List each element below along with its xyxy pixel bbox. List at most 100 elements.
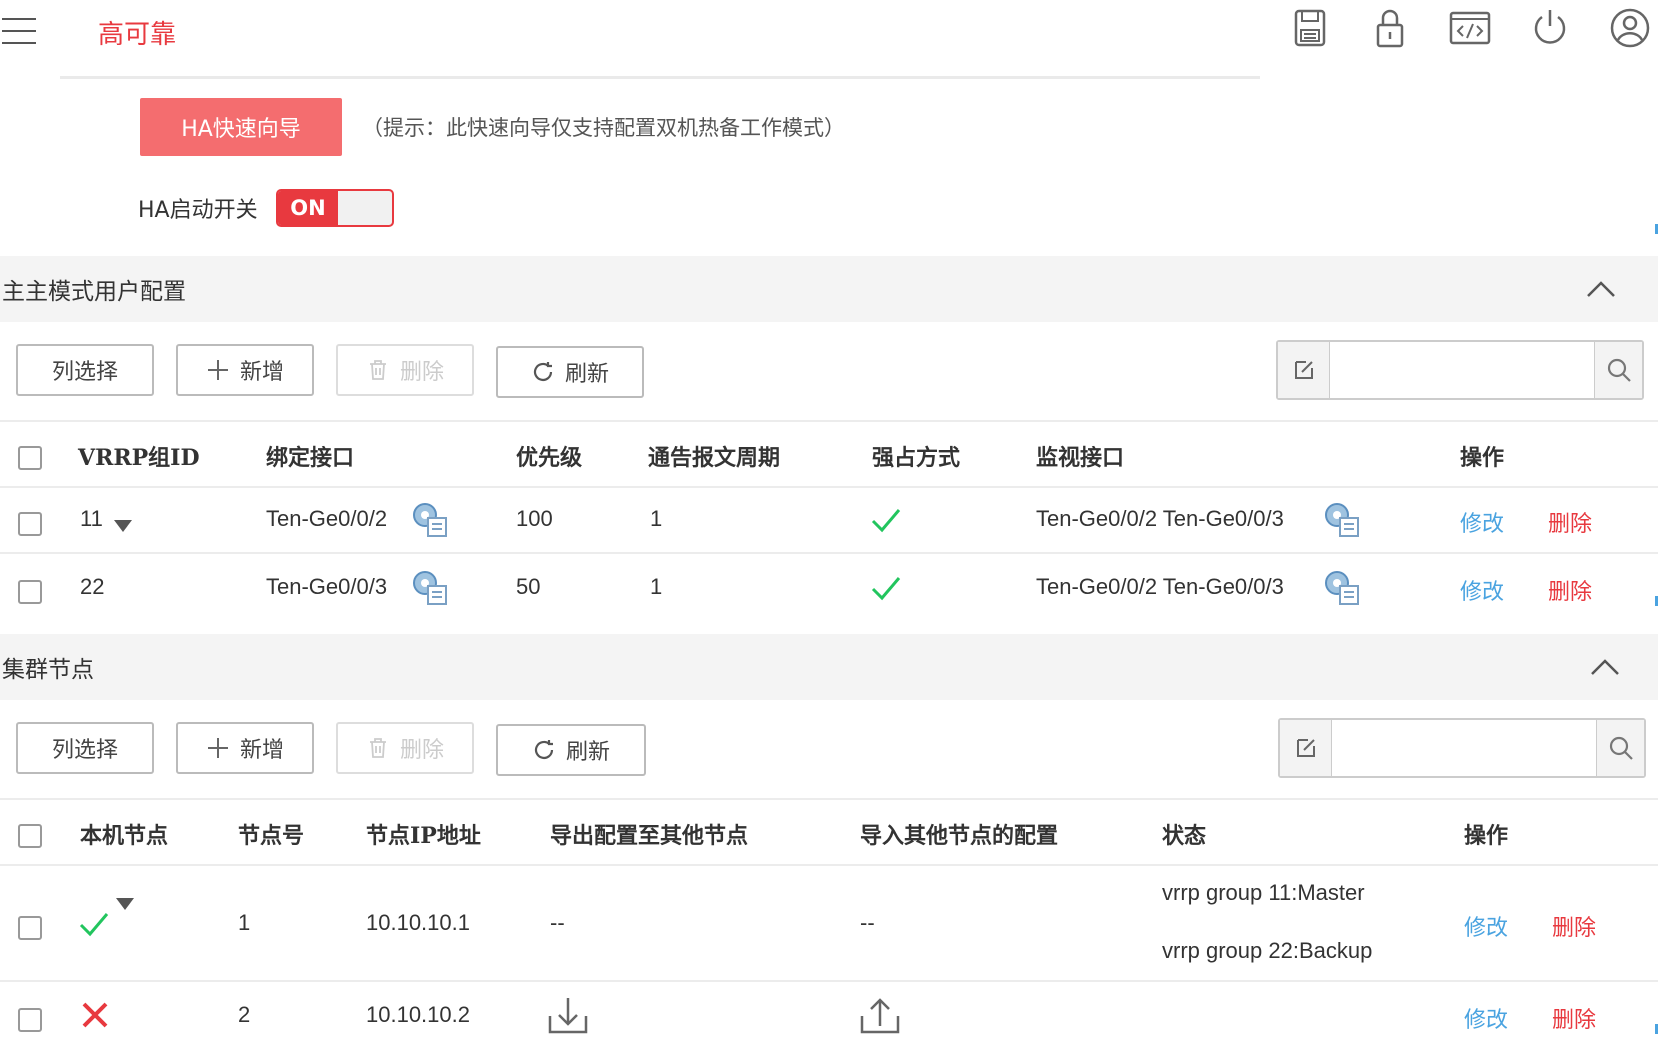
ha-switch-toggle[interactable]: ON	[276, 189, 394, 227]
delete-link[interactable]: 删除	[1552, 1002, 1596, 1034]
trash-icon	[369, 738, 386, 758]
delete-button[interactable]: 删除	[336, 344, 474, 396]
interface-config-icon[interactable]	[1322, 500, 1362, 540]
interface-config-icon[interactable]	[410, 500, 450, 540]
upload-icon[interactable]	[858, 996, 902, 1036]
vrrp-id-cell: 11	[80, 506, 103, 531]
row-checkbox[interactable]	[18, 916, 42, 940]
table-divider	[0, 798, 1658, 800]
cross-icon	[82, 1002, 108, 1028]
col-monitor-interface: 监视接口	[1036, 445, 1125, 471]
col-preempt: 强占方式	[872, 445, 961, 471]
delete-link[interactable]: 删除	[1548, 574, 1592, 606]
col-node-ip: 节点IP地址	[366, 823, 481, 849]
import-cell: --	[860, 910, 875, 935]
interface-config-icon[interactable]	[1322, 568, 1362, 608]
col-node-id: 节点号	[238, 823, 305, 849]
chevron-up-icon[interactable]	[1584, 274, 1618, 304]
vrrp-id-cell: 22	[80, 574, 105, 599]
top-bar: 高可靠	[0, 0, 1658, 78]
col-status: 状态	[1162, 823, 1207, 849]
search-box	[1278, 718, 1646, 778]
chevron-down-icon[interactable]	[114, 520, 132, 532]
table-divider	[0, 420, 1658, 422]
search-input[interactable]	[1332, 720, 1602, 776]
interface-config-icon[interactable]	[410, 568, 450, 608]
priority-cell: 100	[516, 506, 553, 531]
chevron-up-icon[interactable]	[1588, 652, 1622, 682]
table-divider	[0, 552, 1658, 554]
refresh-label: 刷新	[564, 362, 609, 387]
check-icon	[871, 509, 901, 533]
period-cell: 1	[650, 506, 663, 531]
refresh-icon	[534, 740, 554, 759]
delete-button[interactable]: 删除	[336, 722, 474, 774]
col-local-node: 本机节点	[80, 823, 169, 849]
table-divider	[0, 980, 1658, 982]
delete-link[interactable]: 删除	[1548, 506, 1592, 538]
check-icon	[79, 913, 109, 937]
wizard-hint: （提示：此快速向导仅支持配置双机热备工作模式）	[362, 116, 845, 140]
edit-link[interactable]: 修改	[1464, 1002, 1508, 1034]
search-input[interactable]	[1330, 342, 1600, 398]
edit-link[interactable]: 修改	[1460, 506, 1504, 538]
refresh-button[interactable]: 刷新	[496, 346, 644, 398]
node-ip-cell: 10.10.10.1	[366, 910, 470, 935]
section-header-active-active: 主主模式用户配置	[0, 256, 1658, 322]
search-icon[interactable]	[1594, 342, 1642, 398]
row-checkbox[interactable]	[18, 512, 42, 536]
section-header-cluster-nodes: 集群节点	[0, 634, 1658, 700]
col-priority: 优先级	[516, 445, 583, 471]
ha-switch-label: HA启动开关	[138, 198, 258, 223]
column-select-button[interactable]: 列选择	[16, 344, 154, 396]
plus-icon	[207, 360, 228, 380]
column-select-button[interactable]: 列选择	[16, 722, 154, 774]
add-label: 新增	[239, 360, 284, 385]
priority-cell: 50	[516, 574, 541, 599]
col-vrrp-id: VRRP组ID	[78, 445, 200, 471]
header-divider	[60, 76, 1260, 79]
refresh-icon	[533, 362, 553, 381]
col-period: 通告报文周期	[648, 445, 781, 471]
lock-icon[interactable]	[1368, 6, 1412, 50]
monitor-interface-cell: Ten-Ge0/0/2 Ten-Ge0/0/3	[1036, 506, 1284, 531]
status-line: vrrp group 11:Master	[1162, 880, 1365, 905]
download-icon[interactable]	[546, 996, 590, 1036]
add-button[interactable]: 新增	[176, 344, 314, 396]
refresh-label: 刷新	[565, 740, 610, 765]
edit-icon[interactable]	[1278, 342, 1330, 398]
search-icon[interactable]	[1596, 720, 1644, 776]
column-select-label: 列选择	[51, 360, 118, 385]
row-checkbox[interactable]	[18, 1008, 42, 1032]
col-bind-interface: 绑定接口	[266, 445, 355, 471]
bind-interface-cell: Ten-Ge0/0/3	[266, 574, 388, 599]
edit-icon[interactable]	[1280, 720, 1332, 776]
refresh-button[interactable]: 刷新	[496, 724, 646, 776]
menu-icon[interactable]	[2, 10, 36, 50]
col-operations: 操作	[1460, 445, 1505, 471]
add-button[interactable]: 新增	[176, 722, 314, 774]
user-icon[interactable]	[1608, 6, 1652, 50]
export-cell: --	[550, 910, 565, 935]
delete-link[interactable]: 删除	[1552, 910, 1596, 942]
row-checkbox[interactable]	[18, 580, 42, 604]
delete-label: 删除	[399, 738, 444, 763]
select-all-checkbox[interactable]	[18, 824, 42, 848]
power-icon[interactable]	[1528, 6, 1572, 50]
edit-link[interactable]: 修改	[1464, 910, 1508, 942]
monitor-interface-cell: Ten-Ge0/0/2 Ten-Ge0/0/3	[1036, 574, 1284, 599]
save-icon[interactable]	[1288, 6, 1332, 50]
node-id-cell: 2	[238, 1002, 251, 1027]
section-title: 集群节点	[2, 657, 94, 683]
chevron-down-icon[interactable]	[116, 898, 134, 910]
node-id-cell: 1	[238, 910, 251, 935]
col-import-config: 导入其他节点的配置	[860, 823, 1059, 849]
bind-interface-cell: Ten-Ge0/0/2	[266, 506, 388, 531]
code-window-icon[interactable]	[1448, 6, 1492, 50]
check-icon	[871, 577, 901, 601]
node-ip-cell: 10.10.10.2	[366, 1002, 470, 1027]
column-select-label: 列选择	[51, 738, 118, 763]
edit-link[interactable]: 修改	[1460, 574, 1504, 606]
ha-wizard-button[interactable]: HA快速向导	[140, 98, 342, 156]
select-all-checkbox[interactable]	[18, 446, 42, 470]
